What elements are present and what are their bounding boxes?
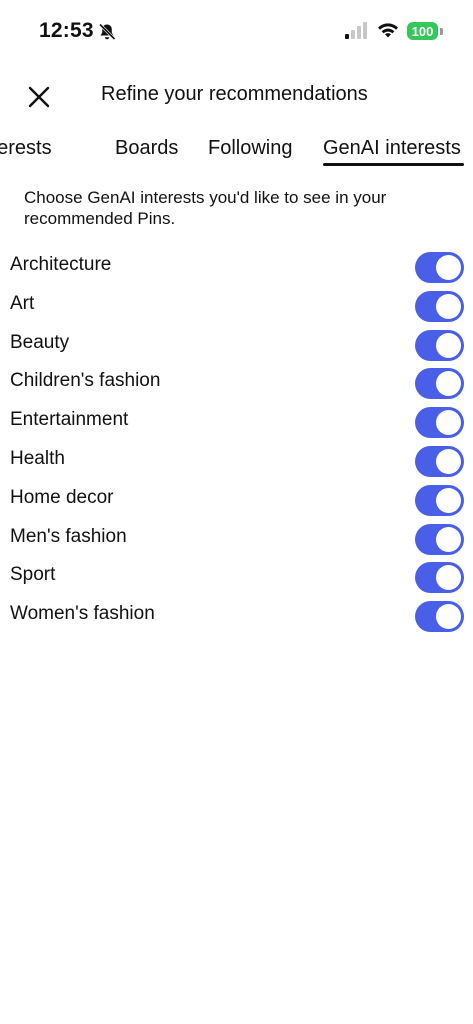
description-text: Choose GenAI interests you'd like to see… (24, 188, 387, 228)
wifi-icon (378, 23, 398, 38)
interest-toggle[interactable] (415, 523, 464, 555)
interest-toggle[interactable] (415, 601, 464, 633)
tab-boards[interactable]: Boards (115, 137, 178, 160)
tab-following[interactable]: Following (208, 137, 292, 160)
interest-list: Architecture Art Beauty Children's fashi… (0, 246, 473, 634)
list-item: Sport (0, 556, 473, 595)
toggle-knob (436, 255, 461, 280)
list-item: Home decor (0, 479, 473, 518)
interest-label: Health (10, 447, 65, 469)
bell-slash-icon (98, 23, 116, 41)
toggle-knob (436, 487, 461, 513)
interest-toggle[interactable] (415, 562, 464, 594)
toggle-knob (436, 565, 461, 591)
close-icon[interactable] (24, 82, 54, 112)
list-item: Entertainment (0, 401, 473, 440)
tab-genai-interests[interactable]: GenAI interests (323, 137, 461, 160)
toggle-knob (436, 332, 461, 358)
signal-icon (345, 22, 367, 39)
interest-label: Entertainment (10, 409, 129, 431)
interest-label: Home decor (10, 486, 114, 508)
toggle-knob (436, 410, 461, 436)
interest-label: Beauty (10, 331, 70, 353)
toggle-knob (436, 371, 461, 397)
toggle-knob (436, 604, 461, 630)
battery-level: 100 (411, 23, 434, 39)
toggle-knob (436, 448, 461, 474)
tab-interests[interactable]: ıterests (0, 137, 52, 160)
toggle-knob (436, 526, 461, 552)
list-item: Children's fashion (0, 362, 473, 401)
status-bar: 12:53 100 (0, 0, 473, 60)
interest-toggle[interactable] (415, 407, 464, 439)
toggle-knob (436, 293, 461, 319)
page-title: Refine your recommendations (101, 83, 368, 105)
list-item: Beauty (0, 324, 473, 363)
interest-toggle[interactable] (415, 368, 464, 400)
interest-label: Art (10, 292, 35, 314)
interest-toggle[interactable] (415, 484, 464, 516)
interest-label: Sport (10, 564, 56, 586)
interest-label: Architecture (10, 254, 112, 275)
header: Refine your recommendations (0, 70, 473, 120)
tab-selected-indicator (323, 163, 464, 166)
battery-icon: 100 (407, 22, 438, 40)
list-item: Architecture (0, 246, 473, 285)
battery-cap (440, 28, 443, 35)
interest-label: Men's fashion (10, 525, 127, 547)
list-item: Women's fashion (0, 595, 473, 634)
interest-label: Children's fashion (10, 370, 161, 392)
interest-toggle[interactable] (415, 329, 464, 361)
tab-bar: ıterests Boards Following GenAI interest… (0, 133, 473, 167)
list-item: Health (0, 440, 473, 479)
list-item: Art (0, 285, 473, 324)
interest-toggle[interactable] (415, 252, 464, 283)
interest-label: Women's fashion (10, 603, 155, 625)
list-item: Men's fashion (0, 518, 473, 557)
interest-toggle[interactable] (415, 445, 464, 477)
status-time: 12:53 (39, 19, 94, 42)
interest-toggle[interactable] (415, 290, 464, 322)
